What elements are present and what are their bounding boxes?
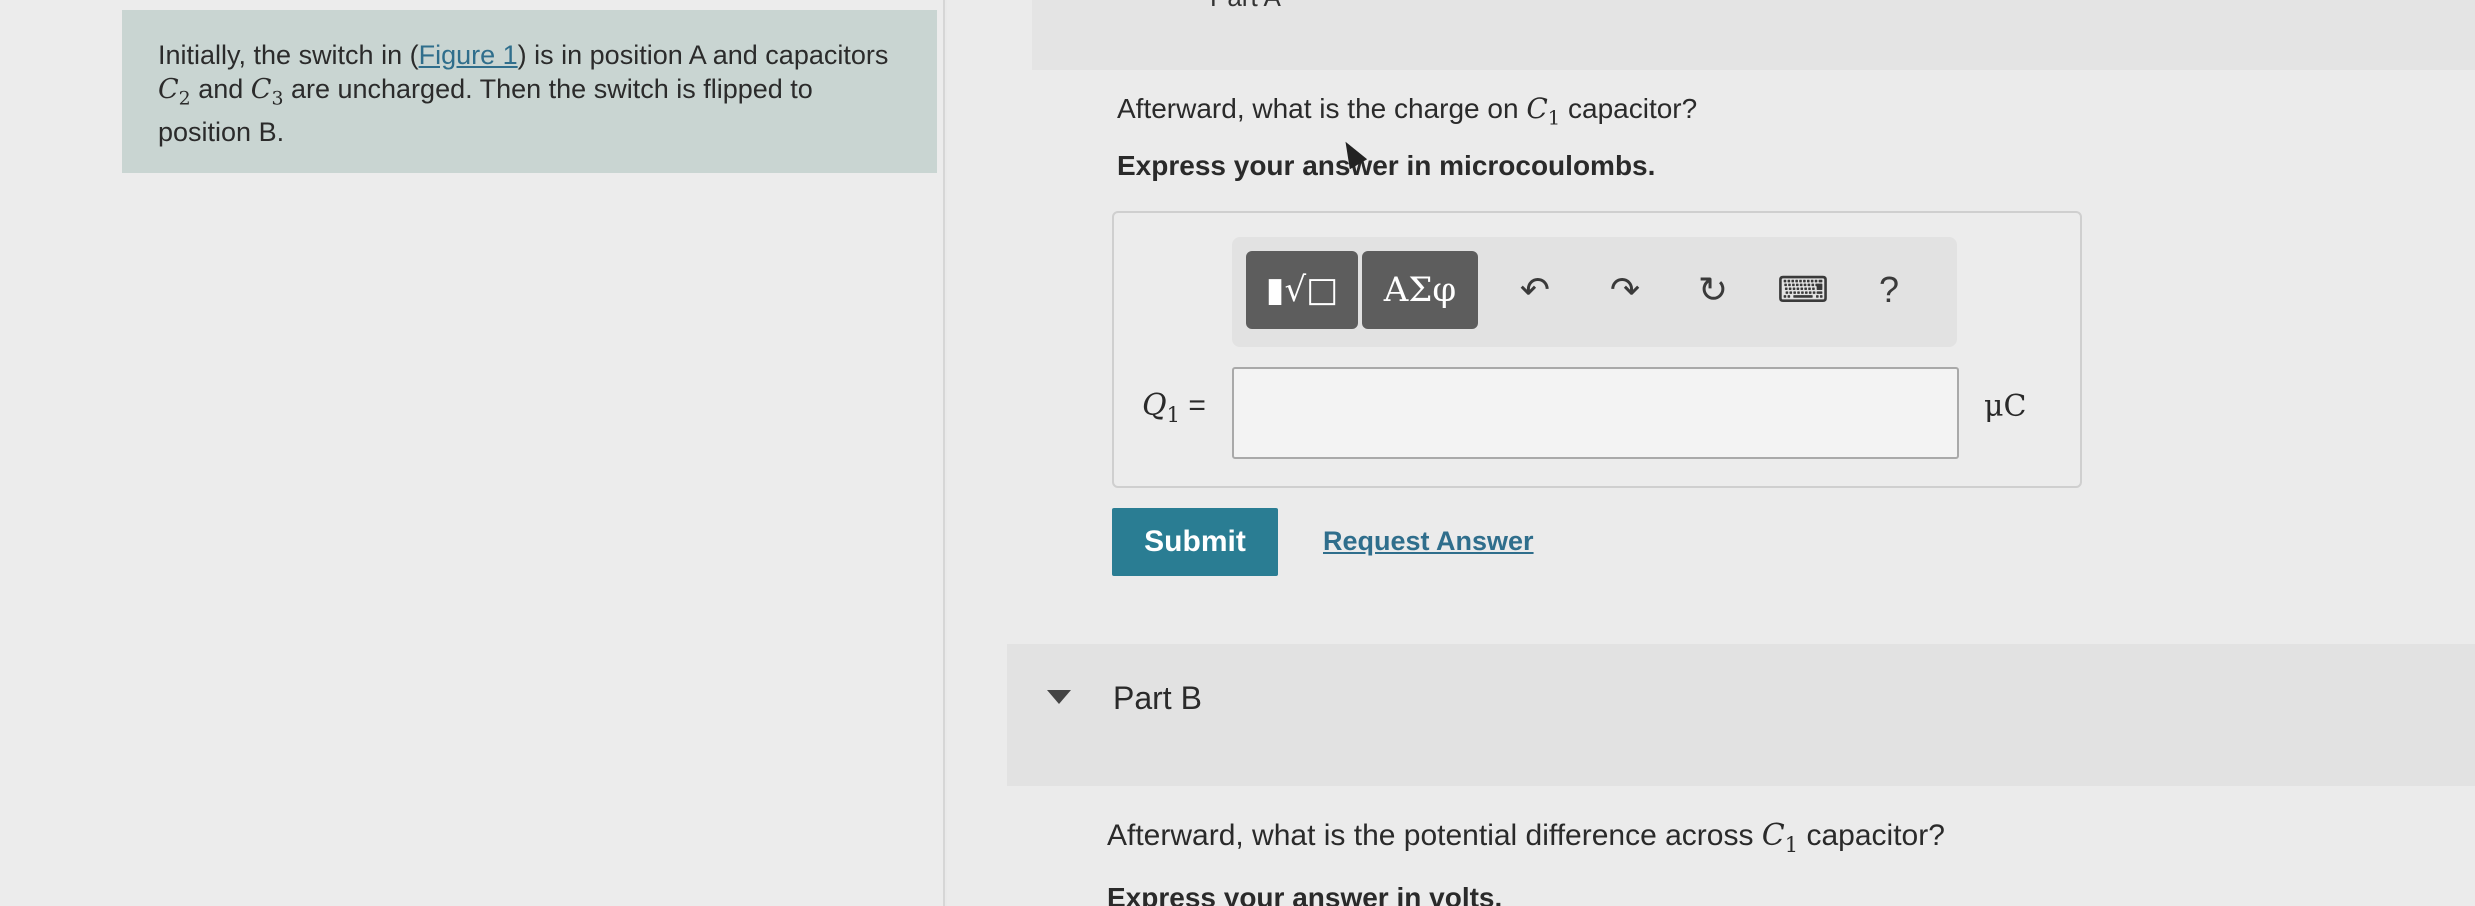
unit-label: μC: [1984, 389, 2027, 424]
intro-text: ) is in position A and capacitors: [517, 40, 889, 70]
part-b-instruction: Express your answer in volts.: [1107, 882, 1503, 906]
symbols-button[interactable]: ΑΣφ: [1362, 251, 1478, 329]
help-icon[interactable]: ?: [1862, 263, 1916, 317]
figure-link[interactable]: Figure 1: [419, 40, 518, 70]
answer-box: ▮√□ ΑΣφ ↶ ↷ ↻ ⌨ ? Q1 = μC: [1112, 211, 2082, 488]
capacitor-c1: C1: [1761, 818, 1799, 857]
problem-panel: Initially, the switch in (Figure 1) is i…: [0, 0, 945, 906]
problem-intro: Initially, the switch in (Figure 1) is i…: [122, 10, 937, 173]
capacitor-c2: C2: [158, 74, 191, 110]
intro-text: Initially, the switch in (: [158, 40, 419, 70]
request-answer-link[interactable]: Request Answer: [1323, 526, 1534, 557]
chevron-down-icon[interactable]: [1047, 690, 1071, 704]
part-b-header[interactable]: [1007, 644, 2475, 786]
part-a-header: Part A: [1032, 0, 2475, 70]
part-b-question: Afterward, what is the potential differe…: [1107, 818, 1945, 857]
part-a-title: Part A: [1210, 0, 1281, 13]
redo-icon[interactable]: ↷: [1598, 263, 1652, 317]
math-toolbar: ▮√□ ΑΣφ ↶ ↷ ↻ ⌨ ?: [1232, 237, 1957, 347]
templates-button[interactable]: ▮√□: [1246, 251, 1358, 329]
templates-icon: ▮√□: [1265, 270, 1339, 310]
undo-icon[interactable]: ↶: [1508, 263, 1562, 317]
part-a-question: Afterward, what is the charge on C1 capa…: [1117, 92, 1698, 130]
intro-text: and: [190, 74, 251, 104]
part-a-instruction: Express your answer in microcoulombs.: [1117, 150, 1656, 181]
reset-icon[interactable]: ↻: [1686, 263, 1740, 317]
keyboard-icon[interactable]: ⌨: [1776, 263, 1830, 317]
parts-panel: Part A Afterward, what is the charge on …: [947, 0, 2475, 906]
submit-button[interactable]: Submit: [1112, 508, 1278, 576]
capacitor-c1: C1: [1526, 92, 1561, 130]
answer-input[interactable]: [1232, 367, 1959, 459]
part-b-title[interactable]: Part B: [1113, 680, 1202, 717]
capacitor-c3: C3: [250, 74, 284, 110]
answer-label: Q1 =: [1142, 388, 1206, 427]
